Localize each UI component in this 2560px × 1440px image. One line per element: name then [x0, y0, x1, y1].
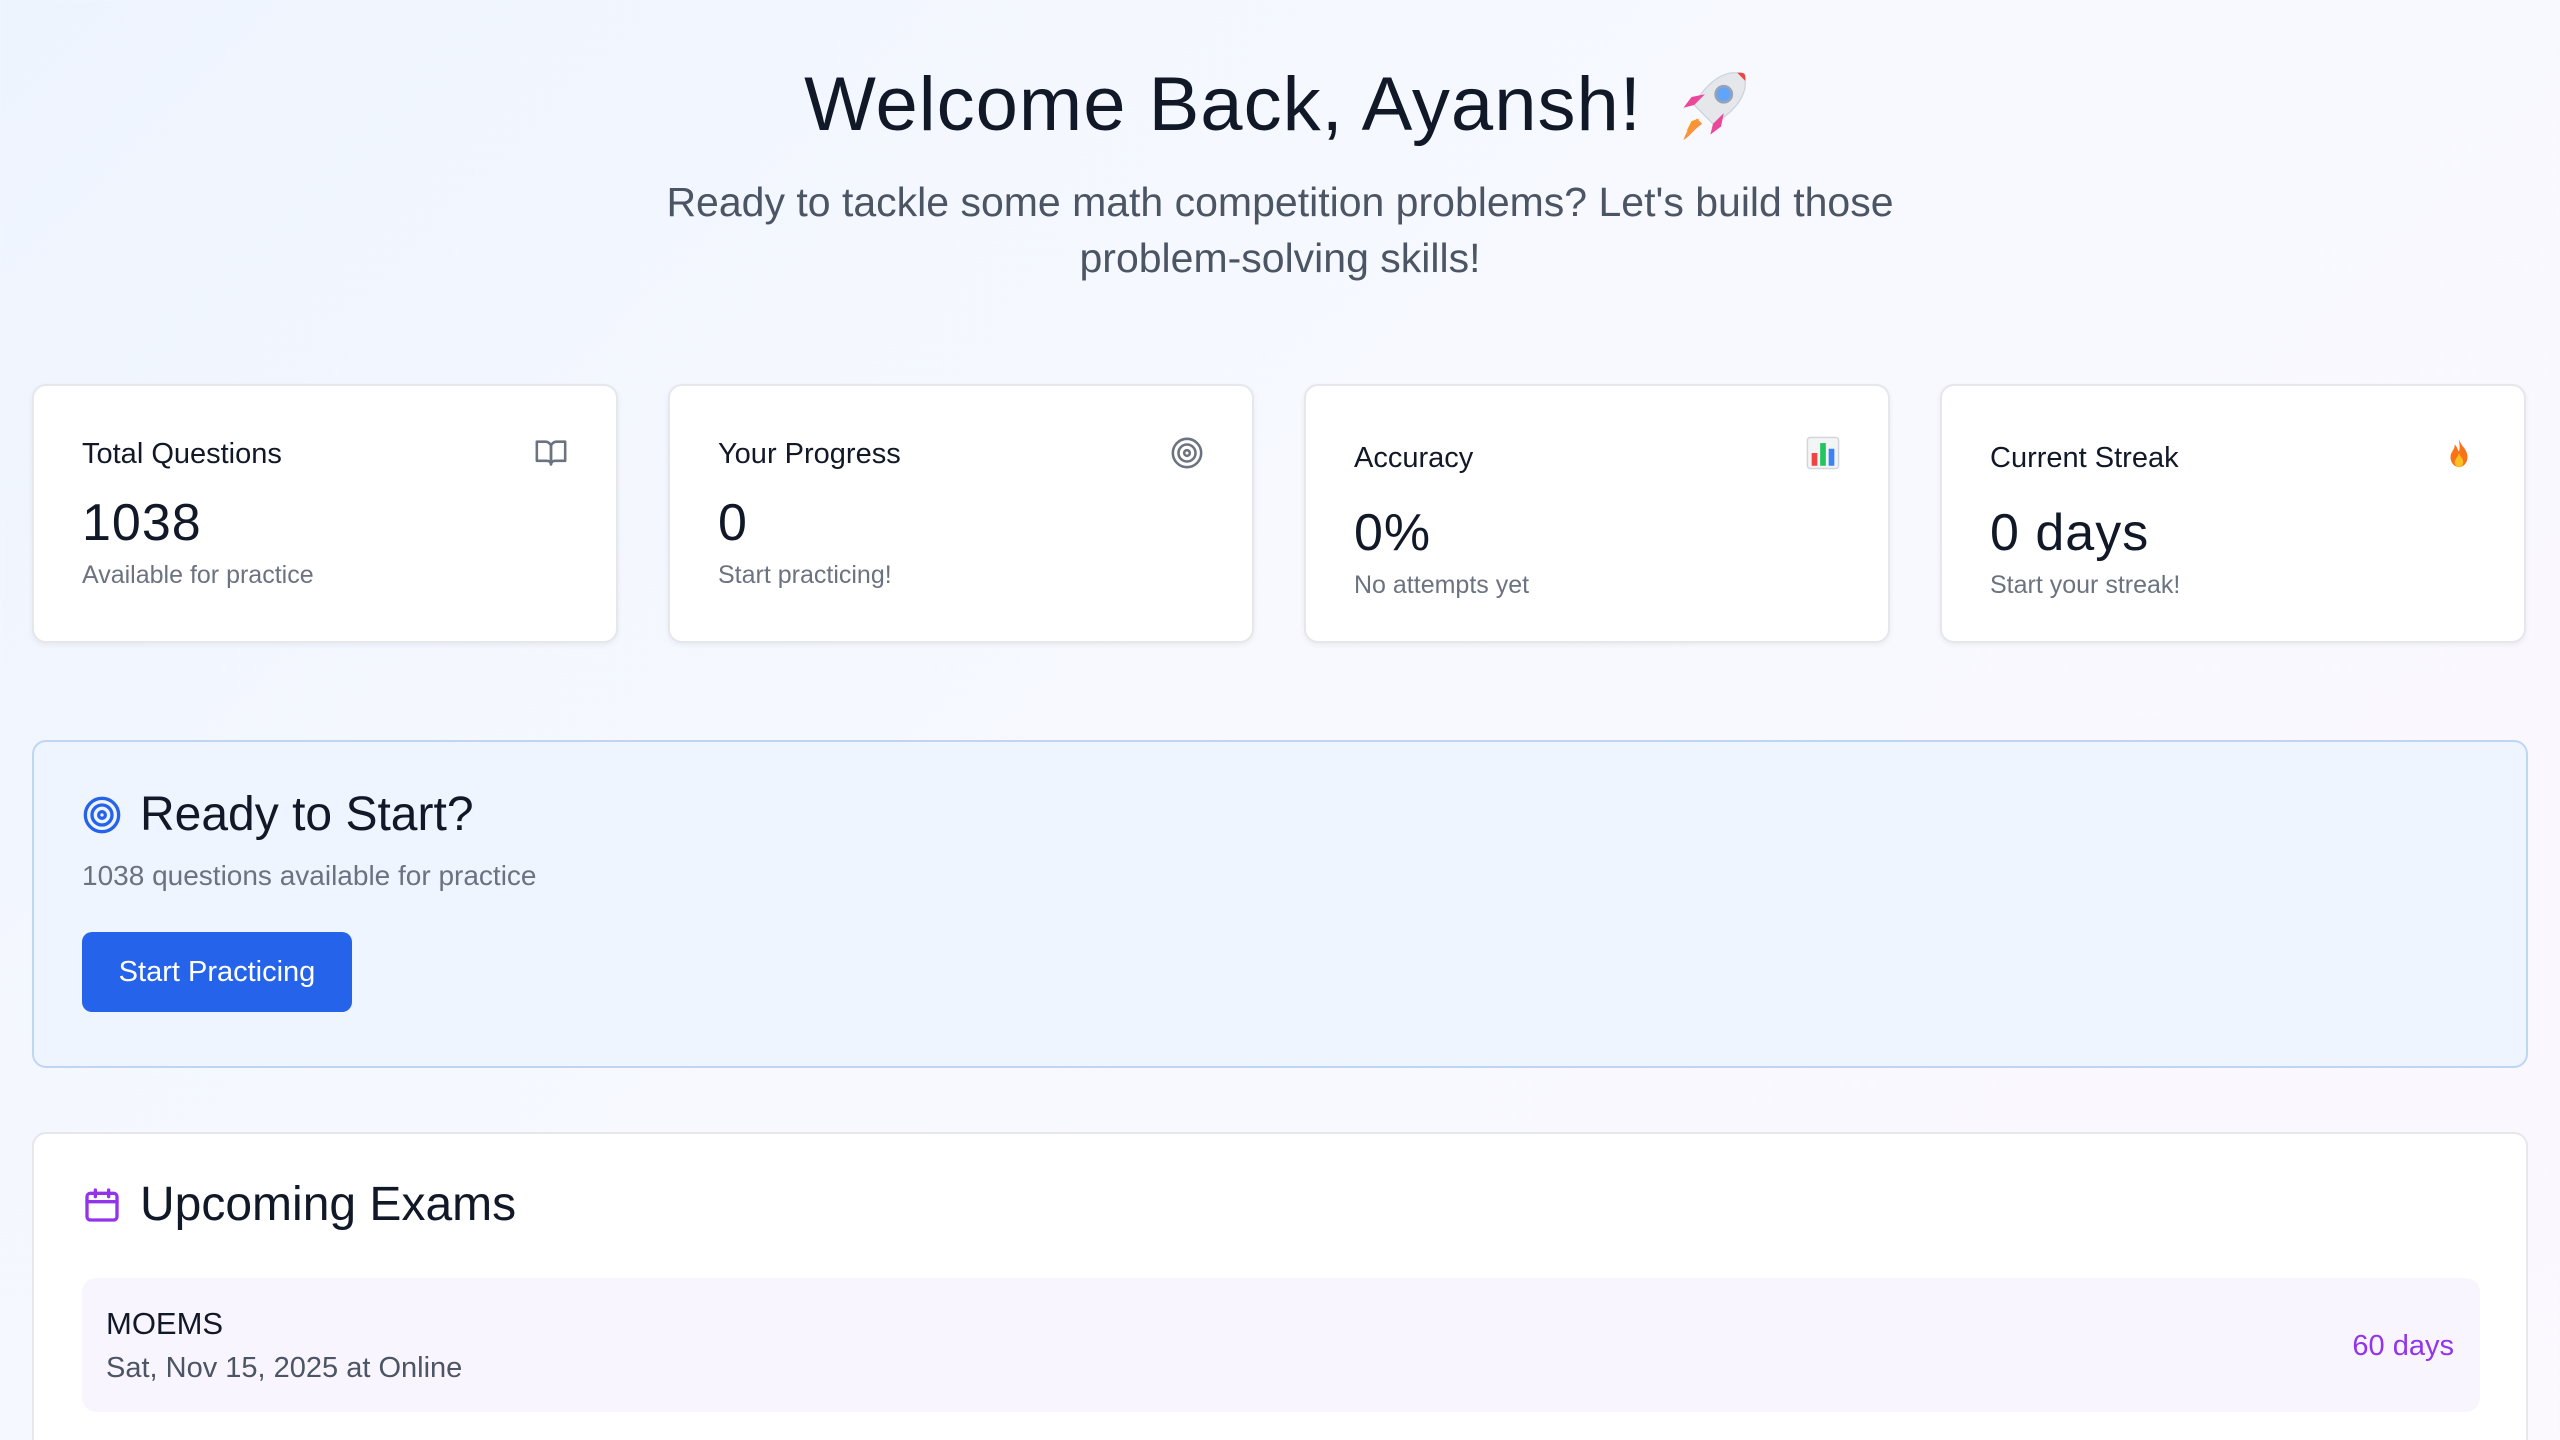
stat-value: 0 days: [1990, 504, 2150, 562]
welcome-title-text: Welcome Back, Ayansh!: [804, 62, 1642, 147]
exam-countdown: 60 days: [2352, 1330, 2454, 1362]
stat-value: 0%: [1354, 504, 1432, 562]
stat-card-accuracy: Accuracy 0% No attempts yet: [1304, 384, 1890, 643]
exam-name: MOEMS: [106, 1306, 224, 1341]
exams-title-text: Upcoming Exams: [140, 1178, 517, 1231]
start-practicing-button[interactable]: Start Practicing: [82, 932, 352, 1012]
target-icon: [1171, 437, 1203, 469]
stat-card-current-streak: Current Streak 0 days Start your streak!: [1940, 384, 2526, 643]
stat-label: Total Questions: [82, 438, 282, 470]
bar-chart-icon: [1806, 436, 1840, 470]
exams-title: Upcoming Exams: [82, 1174, 2478, 1236]
stat-label: Accuracy: [1354, 442, 1474, 474]
stat-card-your-progress: Your Progress 0 Start practicing!: [668, 384, 1254, 643]
calendar-icon: [85, 1188, 119, 1222]
stat-value: 0: [718, 494, 748, 552]
welcome-hero: Welcome Back, Ayansh! Ready to tackle so…: [0, 0, 2560, 286]
stat-sub: Start your streak!: [1990, 571, 2181, 599]
stat-sub: No attempts yet: [1354, 571, 1530, 599]
stat-label: Current Streak: [1990, 442, 2179, 474]
stat-card-total-questions: Total Questions 1038 Available for pract…: [32, 384, 618, 643]
stat-sub: Start practicing!: [718, 561, 892, 589]
page-title: Welcome Back, Ayansh!: [0, 58, 2560, 152]
fire-icon: [2450, 438, 2468, 468]
upcoming-exams-panel: Upcoming Exams MOEMS Sat, Nov 15, 2025 a…: [32, 1132, 2528, 1440]
exam-date: Sat, Nov 15, 2025 at Online: [106, 1352, 463, 1384]
exam-list-item[interactable]: MOEMS Sat, Nov 15, 2025 at Online 60 day…: [82, 1278, 2480, 1412]
ready-subtitle: 1038 questions available for practice: [82, 860, 537, 891]
rocket-icon: [1683, 72, 1746, 140]
ready-title-text: Ready to Start?: [140, 788, 474, 841]
stat-value: 1038: [82, 494, 202, 552]
stat-sub: Available for practice: [82, 561, 314, 589]
ready-to-start-panel: Ready to Start? 1038 questions available…: [32, 740, 2528, 1068]
ready-title: Ready to Start?: [82, 784, 2478, 846]
target-icon: [83, 796, 121, 834]
stats-row: Total Questions 1038 Available for pract…: [32, 384, 2526, 643]
stat-label: Your Progress: [718, 438, 901, 470]
book-open-icon: [535, 440, 567, 466]
welcome-subtitle: Ready to tackle some math competition pr…: [666, 179, 1894, 281]
